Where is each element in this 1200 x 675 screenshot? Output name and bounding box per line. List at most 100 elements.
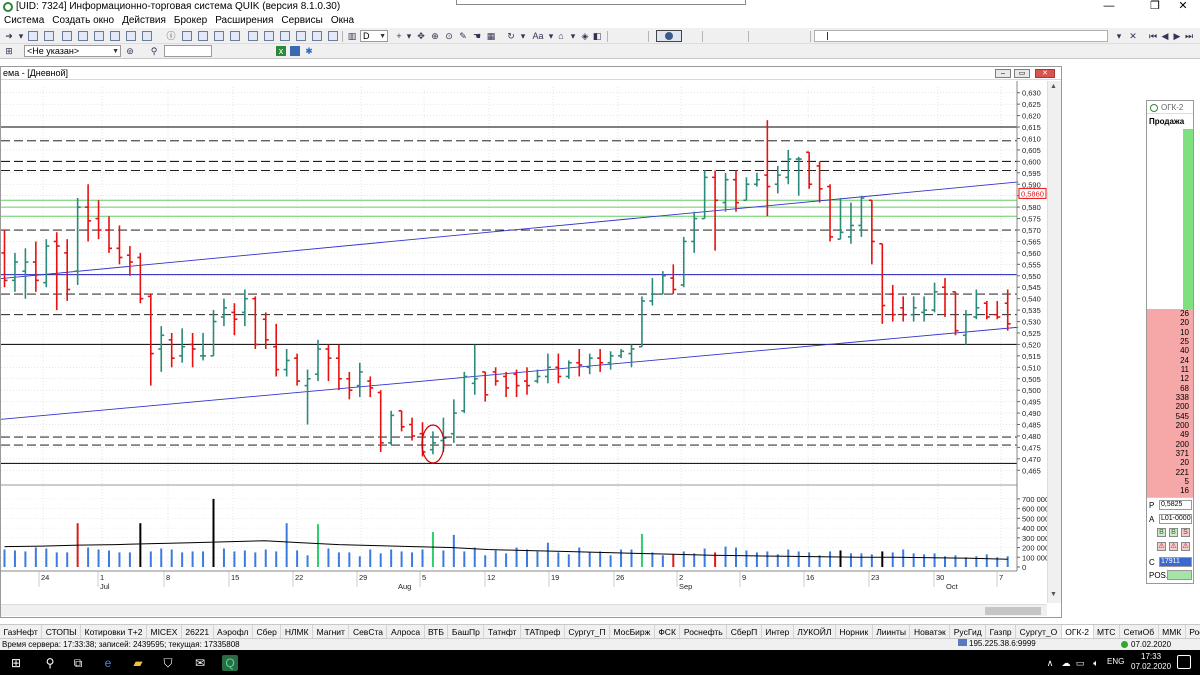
target-icon[interactable]: ⊕ — [430, 31, 440, 41]
tab-27[interactable]: Сургут_О — [1016, 625, 1062, 638]
portfolio-icon[interactable] — [142, 31, 152, 41]
trades-icon[interactable] — [94, 31, 104, 41]
tab-3[interactable]: MICEX — [147, 625, 182, 638]
crosshair-icon[interactable]: + — [394, 31, 404, 41]
layers-icon[interactable]: ◧ — [592, 31, 602, 41]
dropdown-icon[interactable]: ▾ — [1114, 31, 1124, 41]
tab-25[interactable]: РусГид — [950, 625, 987, 638]
ask-quantity[interactable]: 68 — [1151, 384, 1189, 393]
copy-icon[interactable] — [214, 31, 224, 41]
tab-12[interactable]: БашПр — [448, 625, 485, 638]
scroll-up-icon[interactable]: ▲ — [1050, 83, 1057, 90]
network-icon[interactable]: ▭ — [1072, 655, 1088, 671]
info-icon[interactable]: ⓘ — [166, 31, 176, 41]
lock-icon[interactable] — [312, 31, 322, 41]
next-icon[interactable]: ▶ — [1172, 31, 1182, 41]
scroll-down-icon[interactable]: ▼ — [1050, 591, 1057, 598]
tab-23[interactable]: Лиинты — [873, 625, 911, 638]
first-icon[interactable]: ⏮ — [1148, 31, 1158, 41]
ask-quantity[interactable]: 10 — [1151, 328, 1189, 337]
dropdown-icon[interactable]: ▾ — [518, 31, 528, 41]
stop-button[interactable]: ⚠ — [1181, 542, 1190, 551]
connection-indicator[interactable] — [656, 30, 682, 42]
table-icon[interactable] — [62, 31, 72, 41]
quik-taskbar-icon[interactable]: Q — [222, 655, 238, 671]
tab-22[interactable]: Норник — [836, 625, 873, 638]
tab-1[interactable]: СТОПЫ — [42, 625, 82, 638]
bar-chart-icon[interactable]: ▥ — [347, 31, 357, 41]
cycle-icon[interactable]: ↻ — [506, 31, 516, 41]
tab-18[interactable]: Роснефть — [680, 625, 728, 638]
ask-quantity[interactable]: 24 — [1151, 356, 1189, 365]
tab-8[interactable]: Магнит — [313, 625, 350, 638]
tab-20[interactable]: Интер — [762, 625, 794, 638]
store-icon[interactable]: ⛉ — [160, 655, 176, 671]
buy-market-button[interactable]: B — [1169, 528, 1178, 537]
ask-quantity[interactable]: 200 — [1151, 402, 1189, 411]
ask-quantity[interactable]: 40 — [1151, 346, 1189, 355]
tab-14[interactable]: ТАТпреф — [521, 625, 565, 638]
export-icon[interactable] — [198, 31, 208, 41]
edit-icon[interactable] — [280, 31, 290, 41]
ask-quantity[interactable]: 49 — [1151, 430, 1189, 439]
user-search-icon[interactable]: ⊚ — [125, 46, 135, 56]
gear-icon[interactable]: ✱ — [304, 46, 314, 56]
tab-19[interactable]: СберП — [727, 625, 762, 638]
cancel-order-button[interactable]: ⚠ — [1157, 542, 1166, 551]
font-button[interactable]: Aa — [531, 31, 545, 41]
filter-icon[interactable] — [328, 31, 338, 41]
grid-icon[interactable]: ▦ — [486, 31, 496, 41]
chart-minimize-button[interactable]: – — [995, 69, 1011, 78]
tab-29[interactable]: МТС — [1094, 625, 1120, 638]
chart-restore-button[interactable]: ▭ — [1014, 69, 1030, 78]
export-blue-icon[interactable] — [290, 46, 300, 56]
dropdown-icon[interactable]: ▾ — [546, 31, 556, 41]
eraser-icon[interactable]: ◈ — [580, 31, 590, 41]
ask-quantity[interactable]: 16 — [1151, 486, 1189, 495]
ask-quantity[interactable]: 200 — [1151, 421, 1189, 430]
close-x-icon[interactable]: ✕ — [1128, 31, 1138, 41]
tab-0[interactable]: ГазНефт — [0, 625, 43, 638]
tab-11[interactable]: ВТБ — [425, 625, 449, 638]
chevron-up-icon[interactable]: ∧ — [1042, 655, 1058, 671]
cancel-all-button[interactable]: ⚠ — [1169, 542, 1178, 551]
tab-15[interactable]: Сургут_П — [565, 625, 610, 638]
save-icon[interactable] — [264, 31, 274, 41]
tab-9[interactable]: СевСта — [349, 625, 388, 638]
tag-icon[interactable]: ⌂ — [556, 31, 566, 41]
ask-quantity[interactable]: 11 — [1151, 365, 1189, 374]
tab-5[interactable]: Аэрофл — [214, 625, 253, 638]
ask-quantity[interactable]: 20 — [1151, 458, 1189, 467]
buy-button[interactable]: B — [1157, 528, 1166, 537]
orders-icon[interactable] — [110, 31, 120, 41]
close-button[interactable]: ✕ — [1168, 0, 1198, 14]
scroll-thumb[interactable] — [985, 607, 1041, 615]
tab-7[interactable]: НЛМК — [281, 625, 314, 638]
tab-2[interactable]: Котировки Т+2 — [81, 625, 147, 638]
search-input[interactable] — [164, 45, 212, 57]
price-field[interactable]: 0,5825 — [1159, 500, 1192, 510]
ask-quantity[interactable]: 545 — [1151, 412, 1189, 421]
account-field[interactable]: L01-00000 — [1159, 514, 1192, 524]
tab-17[interactable]: ФСК — [655, 625, 681, 638]
task-view-icon[interactable]: ⧉ — [70, 655, 86, 671]
stop-orders-icon[interactable] — [126, 31, 136, 41]
dropdown-icon[interactable]: ▾ — [404, 31, 414, 41]
window-icon[interactable] — [28, 31, 38, 41]
tab-21[interactable]: ЛУКОЙЛ — [794, 625, 836, 638]
folder-icon[interactable]: ▰ — [130, 655, 146, 671]
paste-icon[interactable] — [230, 31, 240, 41]
tab-28[interactable]: ОГК-2 — [1061, 625, 1094, 638]
menu-services[interactable]: Сервисы — [277, 14, 326, 26]
mail-icon[interactable]: ✉ — [192, 655, 208, 671]
vertical-scrollbar[interactable]: ▲ ▼ — [1047, 81, 1061, 603]
volume-icon[interactable]: 🔈︎ — [1088, 655, 1104, 671]
minimize-button[interactable]: — — [1094, 0, 1124, 14]
menu-broker[interactable]: Брокер — [170, 14, 211, 26]
tab-4[interactable]: 26221 — [182, 625, 214, 638]
ask-quantity[interactable]: 25 — [1151, 337, 1189, 346]
report-icon[interactable] — [182, 31, 192, 41]
windows-start-icon[interactable]: ⊞ — [8, 655, 24, 671]
interval-select[interactable]: D ▼ — [360, 30, 388, 42]
maximize-button[interactable]: ❐ — [1140, 0, 1170, 14]
